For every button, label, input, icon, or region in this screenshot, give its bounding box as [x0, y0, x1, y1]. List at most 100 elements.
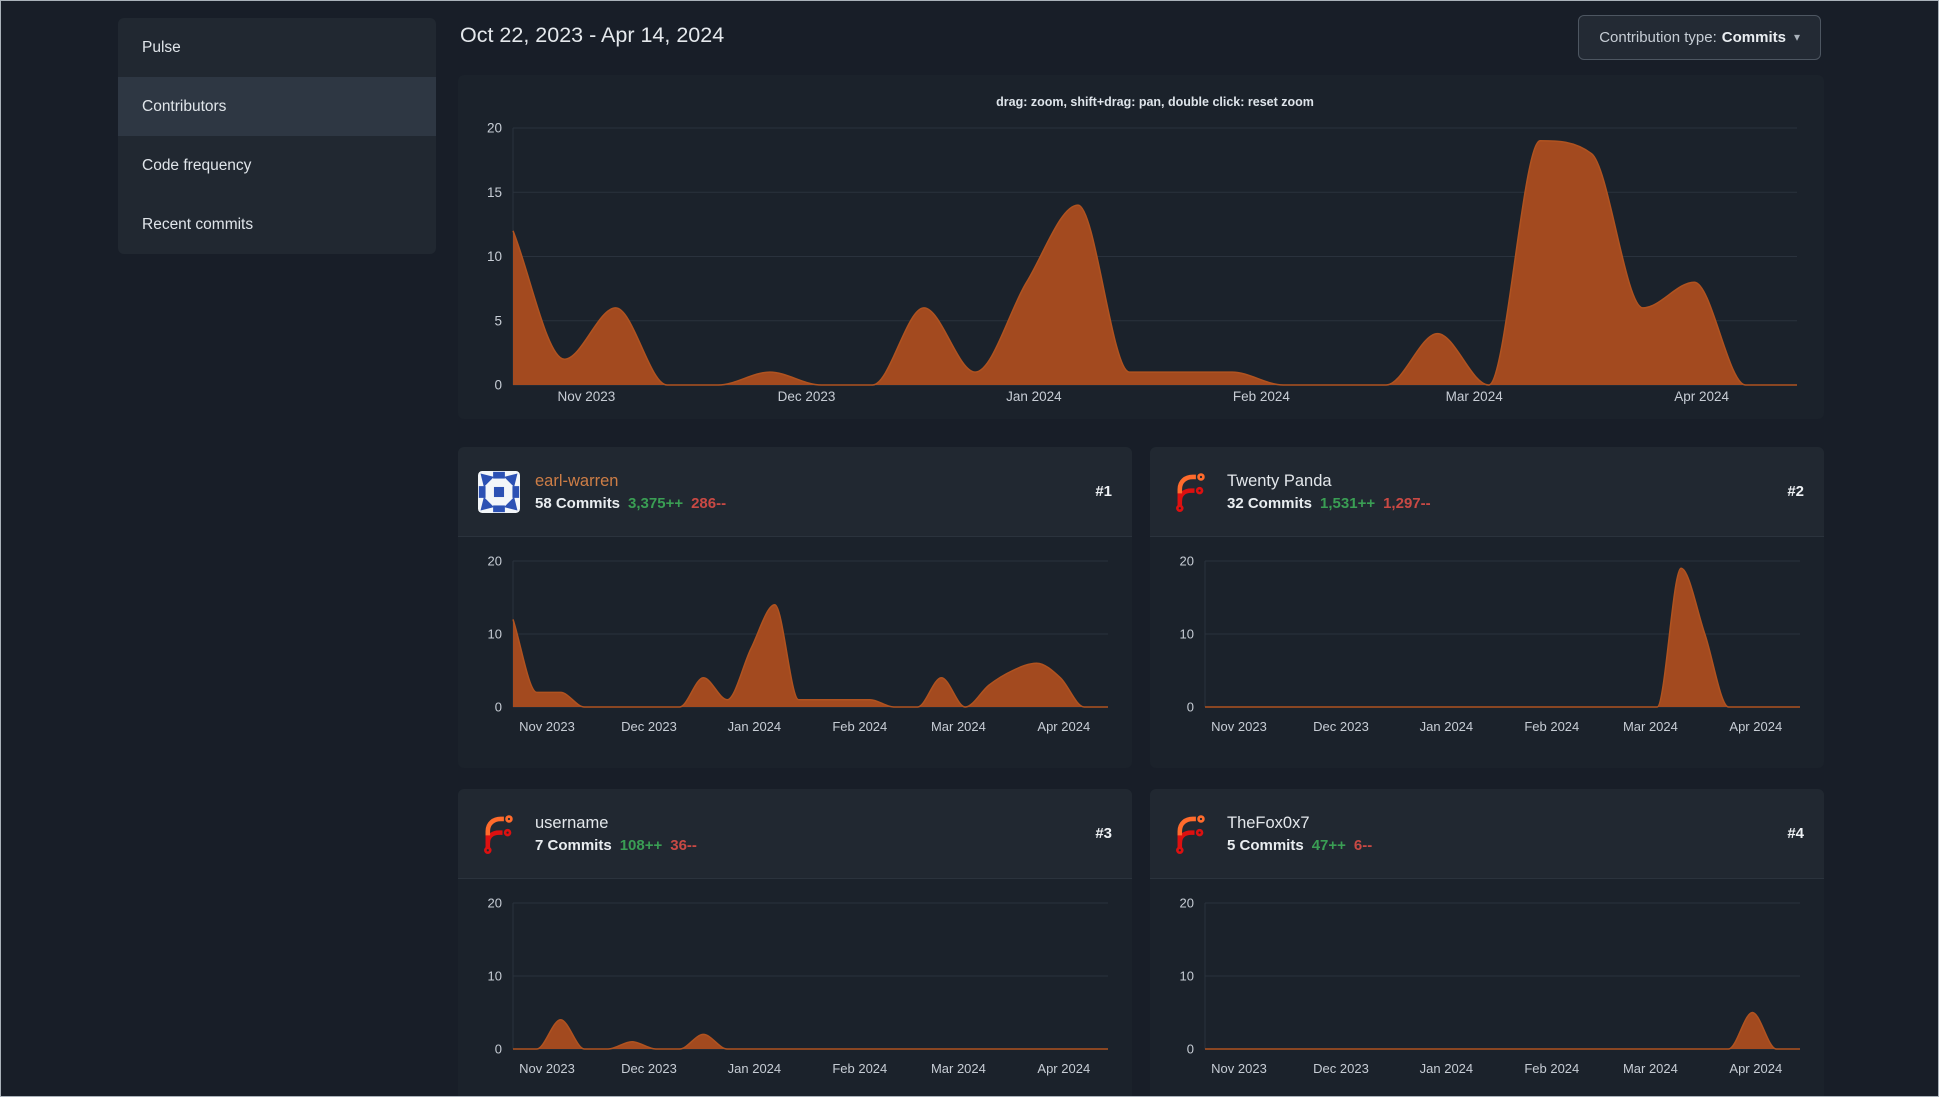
svg-text:Dec 2023: Dec 2023: [778, 389, 836, 404]
deletions-count: 1,297--: [1383, 494, 1431, 512]
contributor-stats: 7 Commits 108++ 36--: [535, 837, 697, 854]
svg-text:20: 20: [1180, 896, 1194, 911]
additions-count: 47++: [1311, 836, 1346, 854]
svg-text:Feb 2024: Feb 2024: [1524, 1061, 1579, 1076]
overall-activity-chart[interactable]: 0 5 10 15 20 Nov 2023 Dec 2023 Jan 2024 Feb 2024…: [458, 75, 1824, 419]
contributor-card-header: username 7 Commits 108++ 36-- #3: [458, 789, 1132, 879]
contributor-name[interactable]: TheFox0x7: [1227, 814, 1372, 833]
svg-text:Mar 2024: Mar 2024: [1446, 389, 1504, 404]
commit-count: 7 Commits: [535, 836, 612, 854]
svg-text:Apr 2024: Apr 2024: [1729, 1061, 1782, 1076]
svg-text:20: 20: [1180, 554, 1194, 569]
contributor-name[interactable]: earl-warren: [535, 472, 726, 491]
contributor-card-1: earl-warren 58 Commits 3,375++ 286-- #1 …: [458, 447, 1132, 768]
svg-text:Jan 2024: Jan 2024: [728, 719, 782, 734]
chevron-down-icon: ▾: [1793, 29, 1800, 44]
contributor-info: Twenty Panda 32 Commits 1,531++ 1,297--: [1227, 472, 1431, 512]
svg-text:Apr 2024: Apr 2024: [1037, 719, 1090, 734]
svg-text:Dec 2023: Dec 2023: [1313, 1061, 1369, 1076]
rank-badge: #3: [1095, 825, 1112, 842]
contribution-type-dropdown[interactable]: Contribution type: Commits ▾: [1578, 15, 1821, 60]
identicon-avatar[interactable]: [478, 471, 520, 513]
svg-text:Dec 2023: Dec 2023: [621, 719, 677, 734]
additions-count: 108++: [619, 836, 663, 854]
contributor-stats: 32 Commits 1,531++ 1,297--: [1227, 495, 1431, 512]
svg-text:Apr 2024: Apr 2024: [1037, 1061, 1090, 1076]
contributor-stats: 5 Commits 47++ 6--: [1227, 837, 1372, 854]
contributor-chart[interactable]: 0 10 20 Nov 2023 Dec 2023 Jan 2024 Feb 2024 Mar…: [458, 879, 1132, 1097]
svg-text:20: 20: [488, 554, 502, 569]
svg-text:20: 20: [487, 121, 502, 136]
additions-count: 1,531++: [1320, 494, 1376, 512]
svg-text:Dec 2023: Dec 2023: [1313, 719, 1369, 734]
main-content: Oct 22, 2023 - Apr 14, 2024 Contribution…: [458, 1, 1824, 1097]
contributor-chart[interactable]: 0 10 20 Nov 2023 Dec 2023 Jan 2024 Feb 2024 Mar…: [1150, 537, 1824, 768]
svg-text:Mar 2024: Mar 2024: [931, 719, 986, 734]
svg-text:Apr 2024: Apr 2024: [1729, 719, 1782, 734]
chart-zoom-hint: drag: zoom, shift+drag: pan, double clic…: [996, 95, 1314, 109]
contributor-info: TheFox0x7 5 Commits 47++ 6--: [1227, 814, 1372, 854]
date-range-heading: Oct 22, 2023 - Apr 14, 2024: [460, 23, 725, 47]
contributor-card-3: username 7 Commits 108++ 36-- #3 0 10 20 No…: [458, 789, 1132, 1097]
contribution-type-value: Commits: [1721, 29, 1786, 46]
svg-text:Nov 2023: Nov 2023: [558, 389, 616, 404]
svg-text:Apr 2024: Apr 2024: [1674, 389, 1729, 404]
contributor-name[interactable]: username: [535, 814, 697, 833]
sidebar-item-contributors[interactable]: Contributors: [118, 77, 436, 136]
commit-count: 32 Commits: [1227, 494, 1313, 512]
contributor-card-header: earl-warren 58 Commits 3,375++ 286-- #1: [458, 447, 1132, 537]
svg-text:Jan 2024: Jan 2024: [728, 1061, 782, 1076]
deletions-count: 36--: [670, 836, 697, 854]
contributor-card-header: TheFox0x7 5 Commits 47++ 6-- #4: [1150, 789, 1824, 879]
contributor-stats: 58 Commits 3,375++ 286--: [535, 495, 726, 512]
forgejo-logo-avatar[interactable]: [1170, 813, 1212, 855]
svg-text:0: 0: [494, 378, 502, 393]
sidebar-item-code-frequency[interactable]: Code frequency: [118, 136, 436, 195]
svg-text:10: 10: [488, 969, 502, 984]
svg-text:Nov 2023: Nov 2023: [1211, 1061, 1267, 1076]
contributor-info: username 7 Commits 108++ 36--: [535, 814, 697, 854]
forgejo-logo-avatar[interactable]: [478, 813, 520, 855]
deletions-count: 6--: [1353, 836, 1373, 854]
svg-text:Feb 2024: Feb 2024: [1524, 719, 1579, 734]
contributor-card-2: Twenty Panda 32 Commits 1,531++ 1,297-- …: [1150, 447, 1824, 768]
svg-text:5: 5: [494, 313, 502, 328]
svg-text:20: 20: [488, 896, 502, 911]
sidebar-item-recent-commits[interactable]: Recent commits: [118, 195, 436, 254]
commit-count: 5 Commits: [1227, 836, 1304, 854]
additions-count: 3,375++: [628, 494, 684, 512]
svg-text:0: 0: [495, 1042, 502, 1057]
forgejo-logo-avatar[interactable]: [1170, 471, 1212, 513]
svg-text:10: 10: [1180, 969, 1194, 984]
contributor-info: earl-warren 58 Commits 3,375++ 286--: [535, 472, 726, 512]
svg-text:Nov 2023: Nov 2023: [519, 1061, 575, 1076]
contributor-card-4: TheFox0x7 5 Commits 47++ 6-- #4 0 10 20 Nov…: [1150, 789, 1824, 1097]
svg-text:Jan 2024: Jan 2024: [1420, 1061, 1474, 1076]
svg-text:10: 10: [488, 627, 502, 642]
overall-activity-panel: drag: zoom, shift+drag: pan, double clic…: [458, 75, 1824, 419]
contributor-chart[interactable]: 0 10 20 Nov 2023 Dec 2023 Jan 2024 Feb 2024 Mar…: [458, 537, 1132, 768]
contributor-name[interactable]: Twenty Panda: [1227, 472, 1431, 491]
svg-text:Dec 2023: Dec 2023: [621, 1061, 677, 1076]
commit-count: 58 Commits: [535, 494, 621, 512]
svg-text:0: 0: [1187, 700, 1194, 715]
rank-badge: #4: [1787, 825, 1804, 842]
svg-text:Mar 2024: Mar 2024: [1623, 719, 1678, 734]
sidebar-item-pulse[interactable]: Pulse: [118, 18, 436, 77]
deletions-count: 286--: [691, 494, 727, 512]
svg-text:Nov 2023: Nov 2023: [519, 719, 575, 734]
svg-text:Mar 2024: Mar 2024: [931, 1061, 986, 1076]
contributor-card-header: Twenty Panda 32 Commits 1,531++ 1,297-- …: [1150, 447, 1824, 537]
forgejo-activity-page: Pulse Contributors Code frequency Recent…: [0, 0, 1939, 1097]
rank-badge: #2: [1787, 483, 1804, 500]
svg-text:Feb 2024: Feb 2024: [832, 1061, 887, 1076]
svg-text:Jan 2024: Jan 2024: [1006, 389, 1062, 404]
contributor-chart[interactable]: 0 10 20 Nov 2023 Dec 2023 Jan 2024 Feb 2024 Mar…: [1150, 879, 1824, 1097]
svg-text:0: 0: [495, 700, 502, 715]
svg-text:Jan 2024: Jan 2024: [1420, 719, 1474, 734]
svg-text:Feb 2024: Feb 2024: [832, 719, 887, 734]
svg-text:15: 15: [487, 185, 502, 200]
svg-text:Nov 2023: Nov 2023: [1211, 719, 1267, 734]
svg-text:Mar 2024: Mar 2024: [1623, 1061, 1678, 1076]
topbar: Oct 22, 2023 - Apr 14, 2024 Contribution…: [458, 1, 1824, 75]
